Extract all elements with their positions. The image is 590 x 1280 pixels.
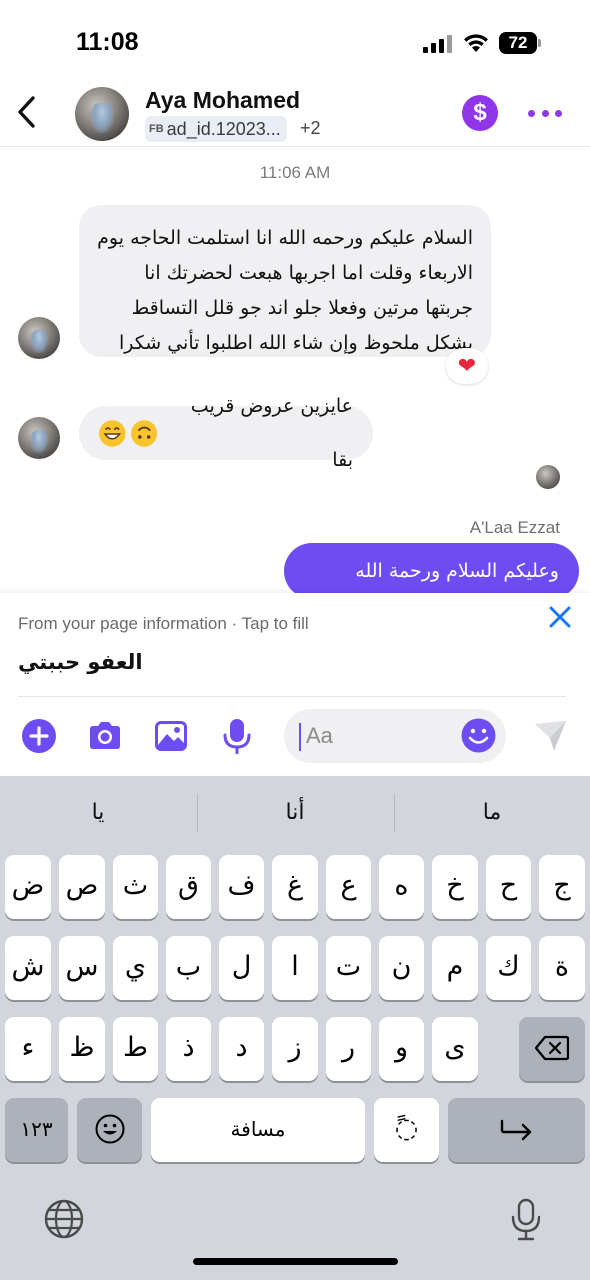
key[interactable]: ة [539, 936, 585, 1000]
upside-down-face-emoji-icon [130, 419, 158, 447]
camera-icon[interactable] [87, 718, 123, 754]
key[interactable]: ص [59, 855, 105, 919]
key[interactable]: خ [432, 855, 478, 919]
wifi-icon [464, 34, 488, 52]
key[interactable]: س [59, 936, 105, 1000]
signal-icon [423, 35, 452, 53]
more-options-button[interactable] [528, 100, 562, 126]
suggested-reply-text[interactable]: العفو حببتي [18, 650, 143, 674]
key[interactable]: ح [486, 855, 531, 919]
prediction-center[interactable]: أنا [197, 800, 393, 825]
numbers-key[interactable]: ١٢٣ [5, 1098, 68, 1162]
space-key[interactable]: مسافة [151, 1098, 365, 1162]
battery-icon: 72 [499, 32, 541, 54]
plus-icon[interactable] [21, 718, 57, 754]
key[interactable]: ض [5, 855, 51, 919]
return-icon [500, 1119, 531, 1141]
battery-level: 72 [499, 32, 537, 54]
messenger-screen: 11:08 72 Aya Mohamed FB ad_id.12023... +… [0, 0, 590, 1280]
ad-id-text: ad_id.12023... [166, 118, 281, 139]
key[interactable]: ه [379, 855, 424, 919]
emoji-icon [95, 1114, 124, 1144]
key[interactable]: ك [486, 936, 531, 1000]
prediction-right[interactable]: ما [394, 800, 590, 825]
key[interactable]: ي [113, 936, 158, 1000]
chat-header: Aya Mohamed FB ad_id.12023... +2 $ [0, 80, 590, 147]
key[interactable]: ف [219, 855, 264, 919]
sender-avatar[interactable] [18, 417, 60, 459]
heart-reaction[interactable]: ❤ [446, 348, 488, 384]
seen-indicator-avatar [536, 465, 560, 489]
globe-icon[interactable] [43, 1198, 85, 1240]
key[interactable]: ب [166, 936, 211, 1000]
key[interactable]: ر [326, 1017, 371, 1081]
key[interactable]: ق [166, 855, 211, 919]
contact-name[interactable]: Aya Mohamed [145, 87, 300, 114]
key[interactable]: ا [272, 936, 318, 1000]
contact-avatar[interactable] [75, 87, 129, 141]
suggestion-caption: From your page information · Tap to fill [18, 614, 309, 633]
key[interactable]: ت [326, 936, 371, 1000]
return-key[interactable] [448, 1098, 585, 1162]
image-icon[interactable] [153, 718, 189, 754]
delete-key[interactable] [519, 1017, 585, 1081]
fb-label: FB [149, 123, 164, 135]
status-bar: 11:08 72 [0, 0, 590, 80]
suggested-reply-panel[interactable]: From your page information · Tap to fill… [0, 593, 590, 698]
key[interactable]: ط [113, 1017, 158, 1081]
back-button[interactable] [8, 92, 44, 132]
payment-button[interactable]: $ [462, 95, 498, 131]
key[interactable]: ش [5, 936, 51, 1000]
close-icon[interactable] [546, 603, 574, 631]
outgoing-message[interactable]: وعليكم السلام ورحمة الله وبركاته [284, 543, 579, 638]
key[interactable]: ن [379, 936, 424, 1000]
key[interactable]: ى [432, 1017, 478, 1081]
key[interactable]: د [219, 1017, 264, 1081]
key[interactable]: ع [326, 855, 371, 919]
diacritic-key[interactable]: ◌ً [374, 1098, 439, 1162]
dictation-microphone-icon[interactable] [508, 1198, 544, 1242]
reply-sender-name: A'Laa Ezzat [469, 518, 560, 537]
key[interactable]: م [432, 936, 478, 1000]
emoji-icon[interactable] [461, 718, 496, 753]
key[interactable]: ظ [59, 1017, 105, 1081]
send-icon[interactable] [532, 718, 568, 754]
microphone-icon[interactable] [219, 718, 255, 754]
prediction-left[interactable]: يا [0, 800, 196, 825]
message-timestamp: 11:06 AM [259, 163, 331, 182]
text-cursor [299, 723, 301, 751]
backspace-icon [534, 1035, 570, 1061]
ad-id-chip[interactable]: FB ad_id.12023... [145, 116, 287, 142]
key[interactable]: ج [539, 855, 585, 919]
key[interactable]: ث [113, 855, 158, 919]
key[interactable]: غ [272, 855, 318, 919]
incoming-message[interactable]: السلام عليكم ورحمه الله انا استلمت الحاج… [79, 205, 491, 357]
message-text: عايزين عروض قريب بقا [190, 395, 353, 471]
key[interactable]: ل [219, 936, 264, 1000]
key[interactable]: ز [272, 1017, 318, 1081]
arabic-keyboard: يا أنا ما ض ص ث ق ف غ ع ه خ ح ج ش س ي ب … [0, 776, 590, 1280]
key[interactable]: ء [5, 1017, 51, 1081]
home-indicator[interactable] [193, 1258, 398, 1265]
chevron-left-icon [18, 96, 35, 128]
predictive-bar: يا أنا ما [0, 776, 590, 854]
emoji-keyboard-key[interactable] [77, 1098, 142, 1162]
incoming-message[interactable]: عايزين عروض قريب بقا [79, 395, 373, 471]
key[interactable]: و [379, 1017, 424, 1081]
extra-ads-count[interactable]: +2 [300, 118, 321, 139]
sender-avatar[interactable] [18, 317, 60, 359]
message-composer [0, 698, 590, 776]
status-time: 11:08 [76, 28, 139, 56]
key[interactable]: ذ [166, 1017, 211, 1081]
divider [18, 696, 566, 697]
grinning-face-emoji-icon [99, 419, 126, 447]
